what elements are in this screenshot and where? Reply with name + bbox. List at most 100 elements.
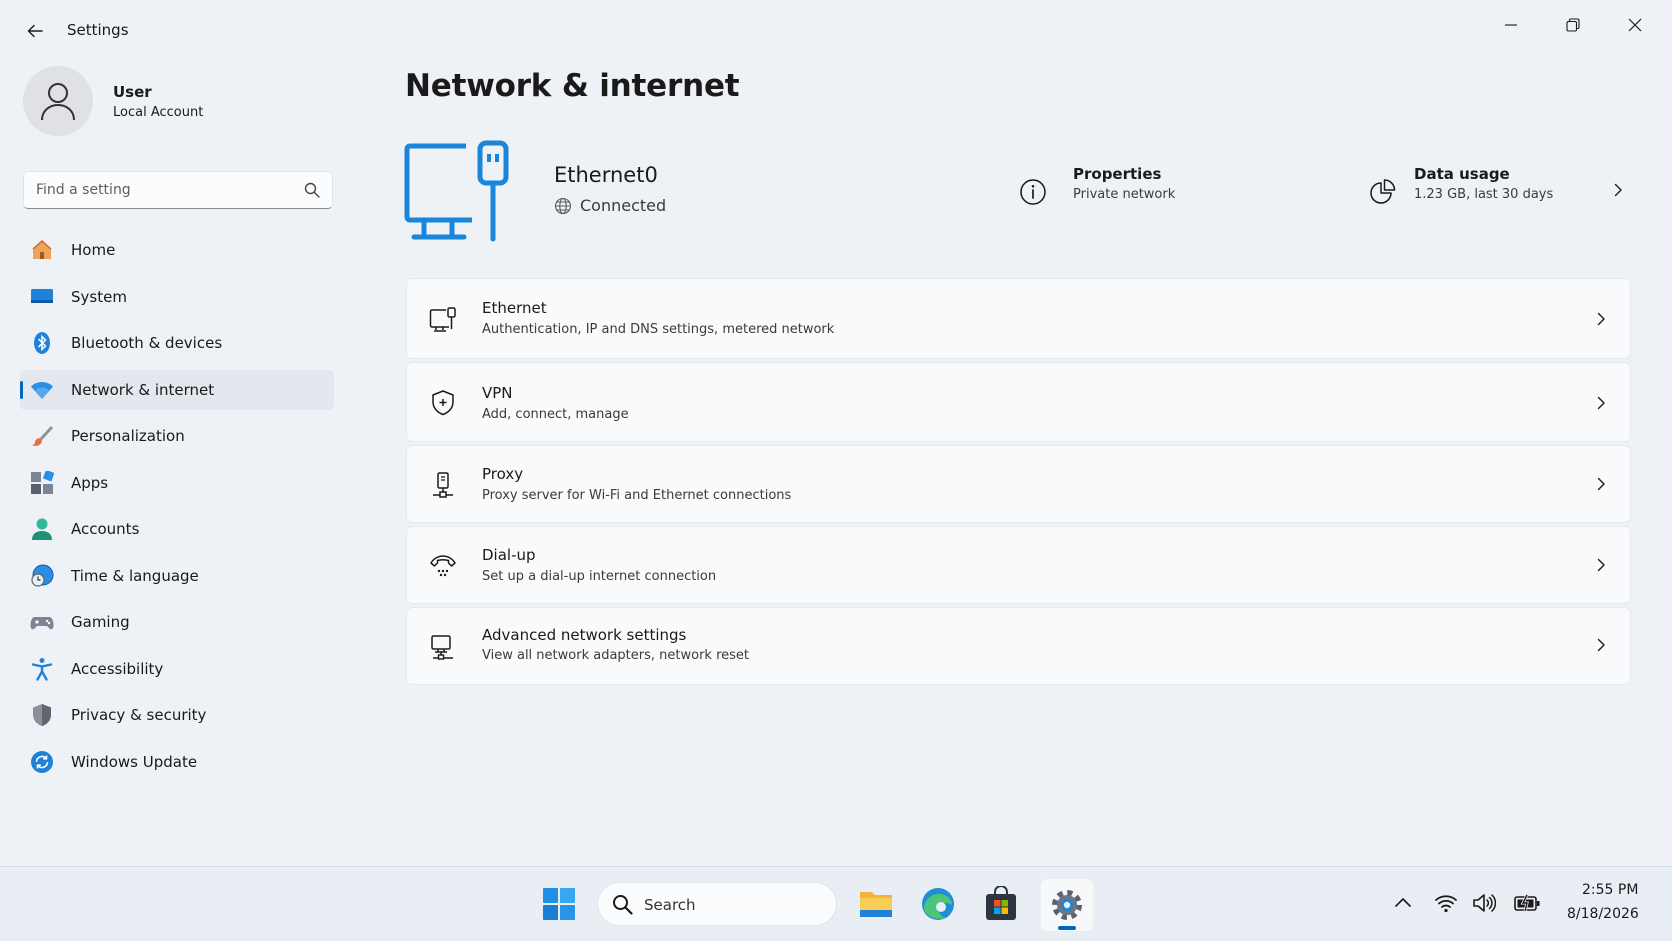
dial-up-card[interactable]: Dial-up Set up a dial-up internet connec… xyxy=(406,526,1631,604)
file-explorer-icon[interactable] xyxy=(858,886,894,922)
taskbar-settings-app[interactable] xyxy=(1041,879,1093,931)
data-usage-link[interactable]: Data usage 1.23 GB, last 30 days xyxy=(1414,165,1553,209)
sidebar-item-label: Time & language xyxy=(71,566,199,585)
sidebar-item-network[interactable]: Network & internet xyxy=(20,369,334,410)
user-name: User xyxy=(113,83,152,101)
sidebar-item-bluetooth[interactable]: Bluetooth & devices xyxy=(20,323,334,363)
windows-start-icon[interactable] xyxy=(541,886,577,922)
close-button[interactable] xyxy=(1611,10,1659,40)
clock-date[interactable]: 8/18/2026 xyxy=(1567,906,1639,922)
network-settings-list: Ethernet Authentication, IP and DNS sett… xyxy=(406,278,1631,688)
bluetooth-icon xyxy=(34,332,50,354)
chevron-right-icon[interactable] xyxy=(1611,183,1625,197)
sidebar-item-personalization[interactable]: Personalization xyxy=(20,416,334,456)
sidebar-item-label: Home xyxy=(71,241,116,259)
sidebar-item-label: Network & internet xyxy=(71,380,215,399)
search-icon xyxy=(613,895,633,915)
back-button[interactable] xyxy=(20,16,50,46)
sidebar-item-windows-update[interactable]: Windows Update xyxy=(20,742,334,782)
find-setting-input[interactable] xyxy=(24,172,294,208)
sidebar-item-gaming[interactable]: Gaming xyxy=(20,602,334,642)
chevron-right-icon xyxy=(1597,638,1605,652)
sidebar-item-system[interactable]: System xyxy=(20,277,334,317)
sidebar-item-label: Gaming xyxy=(71,613,130,631)
minimize-button[interactable] xyxy=(1487,10,1535,40)
proxy-card[interactable]: Proxy Proxy server for Wi-Fi and Etherne… xyxy=(406,445,1631,523)
advanced-network-settings-card[interactable]: Advanced network settings View all netwo… xyxy=(406,607,1631,685)
user-account-type: Local Account xyxy=(113,105,204,120)
vpn-card[interactable]: VPN Add, connect, manage xyxy=(406,362,1631,442)
sidebar-item-label: Personalization xyxy=(71,427,185,445)
globe-icon xyxy=(554,197,572,214)
chevron-up-icon[interactable] xyxy=(1393,893,1413,913)
card-subtitle: Set up a dial-up internet connection xyxy=(482,569,717,584)
chevron-right-icon xyxy=(1597,312,1605,326)
update-icon xyxy=(31,750,53,773)
accessibility-icon xyxy=(31,657,53,681)
card-title: Proxy xyxy=(482,465,524,483)
properties-subtitle: Private network xyxy=(1073,187,1176,202)
sidebar-item-apps[interactable]: Apps xyxy=(20,463,334,503)
sidebar-nav: Home System Bluetooth & devices Network … xyxy=(20,230,334,788)
card-title: Advanced network settings xyxy=(482,626,687,644)
app-title: Settings xyxy=(67,21,129,39)
restore-icon xyxy=(1566,18,1580,32)
sidebar-item-label: Accounts xyxy=(71,520,140,538)
sidebar-item-label: System xyxy=(71,287,127,306)
active-app-indicator xyxy=(1058,926,1076,930)
edge-browser-icon[interactable] xyxy=(920,886,956,922)
settings-gear-icon xyxy=(1052,890,1082,920)
ethernet-monitor-icon xyxy=(404,140,509,242)
sidebar-item-accessibility[interactable]: Accessibility xyxy=(20,649,334,689)
minimize-icon xyxy=(1505,24,1517,26)
find-setting-box xyxy=(23,171,333,209)
card-subtitle: Authentication, IP and DNS settings, met… xyxy=(482,322,835,337)
title-bar: Settings xyxy=(0,0,1672,60)
taskbar-search[interactable]: Search xyxy=(597,882,837,926)
proxy-icon xyxy=(433,472,453,498)
restore-button[interactable] xyxy=(1549,10,1597,40)
advanced-network-icon xyxy=(431,635,453,660)
sidebar-item-home[interactable]: Home xyxy=(20,230,334,270)
card-subtitle: Proxy server for Wi-Fi and Ethernet conn… xyxy=(482,488,792,503)
search-icon[interactable] xyxy=(304,182,320,198)
properties-title: Properties xyxy=(1073,165,1162,183)
arrow-left-icon xyxy=(27,24,43,38)
connection-status: Connected xyxy=(554,196,666,215)
wifi-status-icon[interactable] xyxy=(1434,891,1458,915)
shield-icon xyxy=(33,704,51,726)
sidebar-item-label: Windows Update xyxy=(71,752,198,771)
card-subtitle: View all network adapters, network reset xyxy=(482,648,749,663)
system-icon xyxy=(31,288,53,303)
brush-icon xyxy=(32,426,53,446)
sidebar-item-privacy[interactable]: Privacy & security xyxy=(20,695,334,735)
wifi-icon xyxy=(31,381,53,399)
ethernet-card[interactable]: Ethernet Authentication, IP and DNS sett… xyxy=(406,278,1631,359)
info-icon xyxy=(1020,179,1046,205)
properties-link[interactable]: Properties Private network xyxy=(1073,165,1175,209)
home-icon xyxy=(32,239,52,259)
globe-clock-icon xyxy=(31,564,54,587)
pie-chart-icon xyxy=(1370,179,1396,204)
card-title: Ethernet xyxy=(482,299,547,317)
taskbar: Search 2:55 PM 8/18/2026 xyxy=(0,866,1672,941)
sidebar-item-time-language[interactable]: Time & language xyxy=(20,556,334,596)
chevron-right-icon xyxy=(1597,477,1605,491)
microsoft-store-icon[interactable] xyxy=(983,886,1019,922)
connection-name: Ethernet0 xyxy=(554,163,658,187)
connection-status-text: Connected xyxy=(580,196,667,215)
taskbar-search-label: Search xyxy=(644,896,696,914)
card-title: Dial-up xyxy=(482,546,536,564)
data-usage-title: Data usage xyxy=(1414,165,1510,183)
page-title: Network & internet xyxy=(405,68,740,104)
avatar[interactable] xyxy=(23,66,93,136)
volume-icon[interactable] xyxy=(1472,891,1496,915)
dialup-icon xyxy=(430,555,456,577)
sidebar-item-label: Accessibility xyxy=(71,659,164,678)
clock-time[interactable]: 2:55 PM xyxy=(1582,882,1638,898)
gamepad-icon xyxy=(30,617,54,630)
vpn-shield-icon xyxy=(432,390,454,416)
sidebar-item-accounts[interactable]: Accounts xyxy=(20,509,334,549)
battery-charging-icon[interactable] xyxy=(1514,891,1540,915)
card-title: VPN xyxy=(482,384,513,402)
